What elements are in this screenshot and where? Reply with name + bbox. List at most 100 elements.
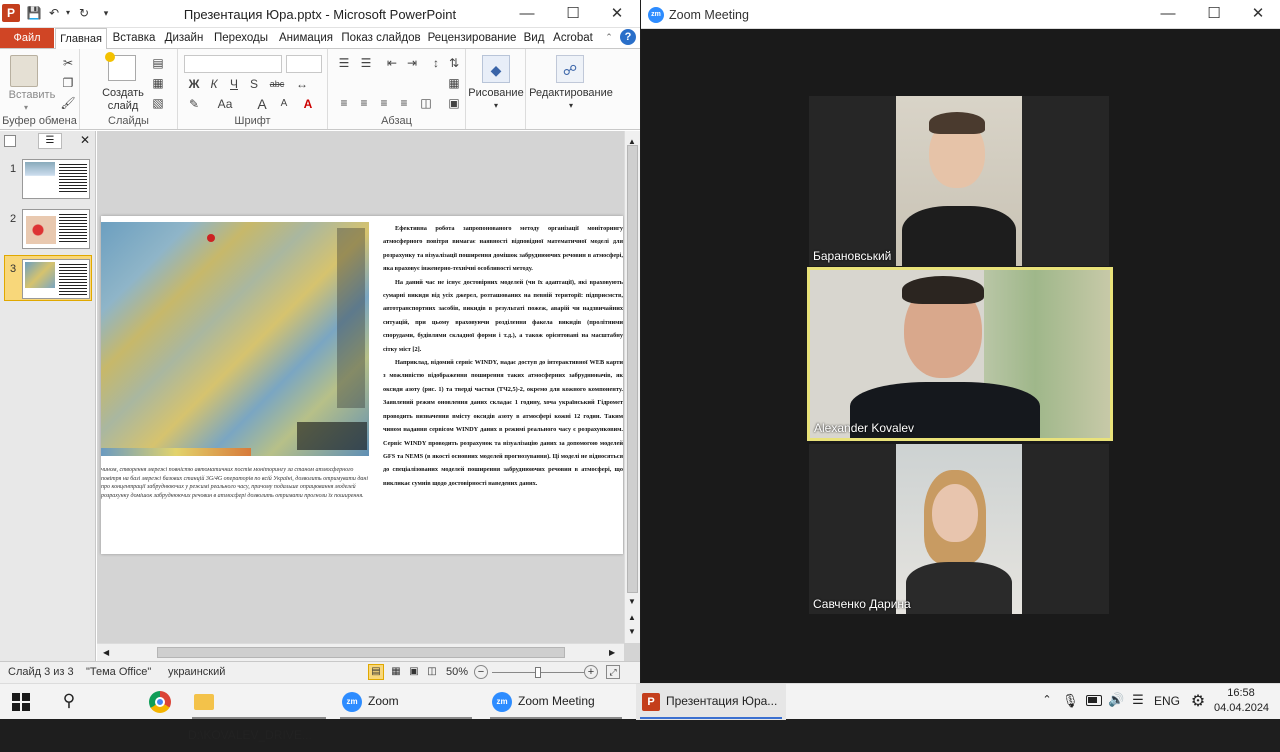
theme-name[interactable]: "Тема Office"	[86, 666, 151, 678]
shapes-icon[interactable]: ◆	[482, 55, 510, 83]
columns-icon[interactable]: ◫	[418, 95, 434, 111]
font-color-icon[interactable]: A	[300, 96, 316, 112]
zoom-close-icon[interactable]: ✕	[1235, 0, 1280, 29]
zoom-in-icon[interactable]: +	[584, 665, 598, 679]
increase-indent-icon[interactable]: ⇥	[404, 55, 420, 71]
fit-to-window-icon[interactable]: ⤢	[606, 665, 620, 679]
volume-icon[interactable]: 🔊	[1108, 692, 1124, 710]
clock[interactable]: 16:58 04.04.2024	[1214, 686, 1269, 716]
justify-icon[interactable]: ≡	[396, 95, 412, 111]
close-icon[interactable]: ✕	[594, 0, 640, 28]
italic-button[interactable]: К	[206, 76, 222, 92]
change-case-button[interactable]: Аа	[214, 96, 236, 112]
vertical-scrollbar[interactable]: ▲ ▼ ▲ ▼	[624, 131, 640, 643]
reading-view-icon[interactable]: ▣	[406, 664, 422, 680]
slide-thumb-3[interactable]	[22, 259, 90, 299]
grow-font-button[interactable]: А	[254, 96, 270, 112]
cut-icon[interactable]: ✂	[60, 55, 76, 71]
participant-tile-1[interactable]: Барановський	[809, 96, 1109, 266]
tab-review[interactable]: Рецензирование	[424, 28, 520, 48]
smartart-icon[interactable]: ▣	[446, 95, 462, 111]
tab-acrobat[interactable]: Acrobat	[550, 28, 596, 48]
chrome-icon[interactable]	[149, 691, 171, 713]
zoom-slider-thumb[interactable]	[535, 667, 541, 678]
collapse-ribbon-icon[interactable]: ⌃	[602, 30, 616, 44]
start-windows-icon[interactable]	[12, 693, 30, 711]
input-language[interactable]: ENG	[1154, 694, 1180, 708]
zoom-minimize-icon[interactable]: —	[1145, 0, 1191, 29]
previous-slide-icon[interactable]: ▲	[628, 613, 636, 622]
vertical-scroll-thumb[interactable]	[627, 145, 638, 593]
copy-icon[interactable]: ❐	[60, 75, 76, 91]
new-slide-button[interactable]: Создать слайд	[102, 87, 144, 113]
scroll-right-icon[interactable]: ▶	[609, 648, 615, 657]
undo-dropdown-icon[interactable]: ▾	[60, 5, 76, 21]
powerpoint-logo-icon[interactable]: P	[2, 4, 20, 22]
slides-tab-icon[interactable]	[4, 135, 16, 147]
search-icon[interactable]: ⚲	[58, 690, 80, 712]
tab-view[interactable]: Вид	[520, 28, 548, 48]
customize-qat-icon[interactable]: ▾	[98, 5, 114, 21]
tab-insert[interactable]: Вставка	[110, 28, 158, 48]
tab-animation[interactable]: Анимация	[274, 28, 338, 48]
bullets-icon[interactable]: ☰	[336, 55, 352, 71]
paste-icon[interactable]	[10, 55, 38, 87]
shadow-button[interactable]: S	[246, 76, 262, 92]
paste-button[interactable]: Вставить	[2, 89, 62, 102]
slide-thumb-2[interactable]	[22, 209, 90, 249]
zoom-slider[interactable]	[492, 667, 584, 678]
horizontal-scrollbar[interactable]: ◀ ▶	[97, 643, 624, 661]
language[interactable]: украинский	[168, 666, 225, 678]
zoom-percent[interactable]: 50%	[446, 666, 468, 678]
line-spacing-icon[interactable]: ↕	[428, 55, 444, 71]
zoom-out-icon[interactable]: −	[474, 665, 488, 679]
align-text-icon[interactable]: ▦	[446, 75, 462, 91]
tab-transitions[interactable]: Переходы	[210, 28, 272, 48]
numbering-icon[interactable]: ☰	[358, 55, 374, 71]
outline-tab-icon[interactable]: ☰	[38, 133, 62, 149]
maximize-icon[interactable]: ☐	[550, 0, 596, 28]
taskbar-explorer[interactable]: D:\KOVALEV_DRIVE...	[188, 684, 330, 742]
microphone-icon[interactable]: 🎙	[1062, 693, 1079, 711]
normal-view-icon[interactable]: ▤	[368, 664, 384, 680]
participant-tile-2-active[interactable]: Alexander Kovalev	[807, 267, 1113, 441]
format-painter-icon[interactable]: 🖌	[60, 95, 76, 111]
drawing-dropdown-icon[interactable]: ▾	[466, 99, 526, 112]
slide-canvas[interactable]: чином, створення мережі повністю автомат…	[101, 216, 623, 554]
redo-icon[interactable]: ↻	[76, 5, 92, 21]
binoculars-icon[interactable]: ☍	[556, 55, 584, 83]
bold-button[interactable]: Ж	[186, 76, 202, 92]
align-left-icon[interactable]: ≡	[336, 95, 352, 111]
participant-tile-3[interactable]: Савченко Дарина	[809, 444, 1109, 614]
zoom-maximize-icon[interactable]: ☐	[1191, 0, 1237, 29]
taskbar-zoom-meeting[interactable]: zm Zoom Meeting	[486, 684, 626, 720]
align-right-icon[interactable]: ≡	[376, 95, 392, 111]
tab-design[interactable]: Дизайн	[160, 28, 208, 48]
strikethrough-button[interactable]: abc	[266, 76, 288, 92]
paste-dropdown-icon[interactable]: ▾	[24, 101, 28, 114]
font-family-combo[interactable]	[184, 55, 282, 73]
battery-icon[interactable]	[1086, 695, 1102, 706]
slideshow-icon[interactable]: ◫	[424, 664, 440, 680]
tab-file[interactable]: Файл	[0, 28, 54, 48]
taskbar-zoom[interactable]: zm Zoom	[336, 684, 476, 720]
text-effects-icon[interactable]: ✎	[186, 96, 202, 112]
new-slide-icon[interactable]	[105, 52, 136, 81]
font-size-combo[interactable]	[286, 55, 322, 73]
scroll-down-icon[interactable]: ▼	[628, 597, 636, 606]
align-center-icon[interactable]: ≡	[356, 95, 372, 111]
layout-icon[interactable]: ▤	[150, 55, 166, 71]
underline-button[interactable]: Ч	[226, 76, 242, 92]
reset-icon[interactable]: ▦	[150, 75, 166, 91]
save-icon[interactable]: 💾	[26, 5, 42, 21]
horizontal-scroll-thumb[interactable]	[157, 647, 565, 658]
slide-sorter-icon[interactable]: ▦	[388, 664, 404, 680]
editing-dropdown-icon[interactable]: ▾	[526, 99, 616, 112]
settings-gear-icon[interactable]: ⚙	[1188, 691, 1208, 711]
tab-home[interactable]: Главная	[55, 28, 107, 49]
close-pane-icon[interactable]: ✕	[78, 133, 92, 147]
scroll-left-icon[interactable]: ◀	[103, 648, 109, 657]
section-icon[interactable]: ▧	[150, 95, 166, 111]
text-direction-icon[interactable]: ⇅	[446, 55, 462, 71]
next-slide-icon[interactable]: ▼	[628, 627, 636, 636]
